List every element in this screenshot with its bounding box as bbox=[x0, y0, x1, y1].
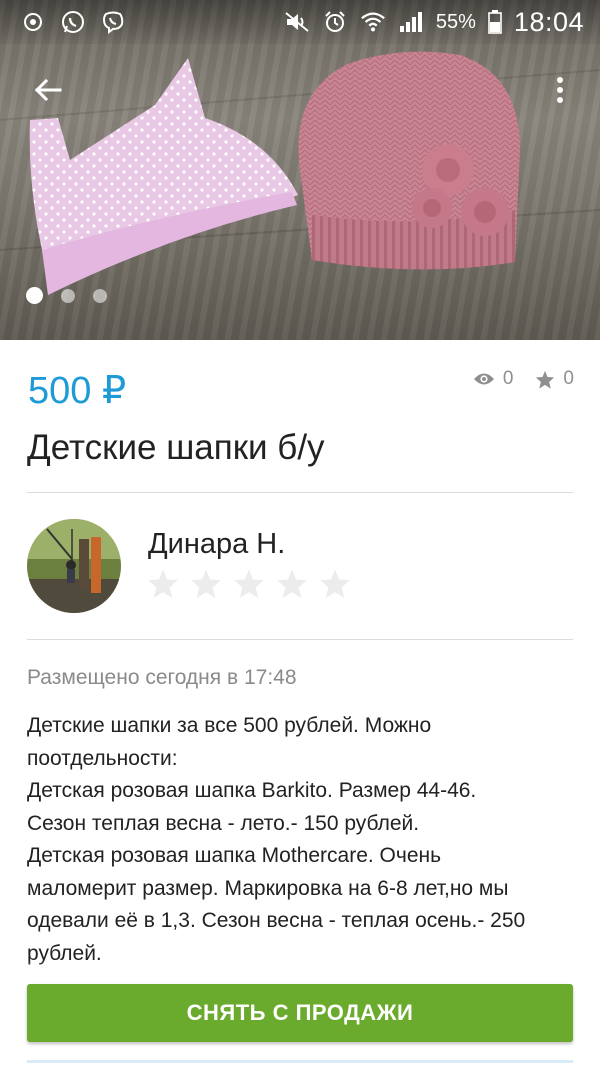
description-line: Детская розовая шапка Barkito. Размер 44… bbox=[27, 779, 477, 802]
alarm-icon bbox=[322, 9, 348, 35]
rating-star-icon bbox=[191, 569, 221, 599]
divider bbox=[27, 639, 573, 640]
listing-title: Детские шапки б/у bbox=[27, 428, 325, 467]
description-line: Детская розовая шапка Mothercare. Очень bbox=[27, 844, 442, 867]
mute-icon bbox=[284, 9, 310, 35]
signal-icon bbox=[398, 9, 424, 35]
description-line: маломерит размер. Маркировка на 6-8 лет,… bbox=[27, 876, 509, 900]
star-icon bbox=[536, 370, 555, 389]
posted-date: Размещено сегодня в 17:48 bbox=[27, 666, 297, 689]
favorites-stat: 0 bbox=[535, 368, 574, 390]
views-count: 0 bbox=[502, 368, 514, 389]
whatsapp-icon bbox=[60, 9, 86, 35]
description-line: поотдельности: bbox=[27, 746, 178, 770]
divider bbox=[27, 492, 573, 493]
listing-stats: 0 0 bbox=[473, 368, 574, 390]
description-line: Сезон теплая весна - лето.- 150 рублей. bbox=[27, 811, 420, 835]
avatar-photo bbox=[27, 519, 121, 613]
description-line: одевали её в 1,3. Сезон весна - теплая о… bbox=[27, 909, 526, 932]
arrow-back-icon bbox=[34, 78, 62, 102]
pager-dot[interactable] bbox=[93, 288, 107, 303]
eye-icon bbox=[473, 373, 494, 385]
gallery-pager bbox=[26, 287, 107, 304]
pager-dot[interactable] bbox=[61, 288, 75, 303]
seller-name[interactable]: Динара Н. bbox=[148, 528, 285, 561]
pager-dot[interactable] bbox=[26, 287, 43, 304]
status-time: 18:04 bbox=[513, 6, 584, 37]
seller-avatar[interactable] bbox=[27, 519, 121, 613]
wifi-icon bbox=[360, 9, 386, 35]
back-button[interactable] bbox=[26, 68, 70, 112]
battery-percent: 55% bbox=[435, 10, 476, 33]
bottom-accent-line bbox=[27, 1060, 573, 1063]
favorites-count: 0 bbox=[563, 368, 574, 389]
remove-from-sale-button[interactable]: СНЯТЬ С ПРОДАЖИ bbox=[27, 984, 573, 1042]
more-options-button[interactable] bbox=[540, 68, 580, 112]
notification-circle-icon bbox=[20, 9, 46, 35]
views-stat: 0 bbox=[473, 368, 514, 390]
rating-star-icon bbox=[320, 569, 350, 599]
status-bar: 55% 18:04 bbox=[0, 0, 600, 44]
rating-star-icon bbox=[148, 569, 178, 599]
viber-icon bbox=[100, 9, 126, 35]
listing-price: 500 ₽ bbox=[28, 370, 127, 412]
rating-star-icon bbox=[234, 569, 264, 599]
seller-rating bbox=[147, 568, 351, 599]
description-line: Детские шапки за все 500 рублей. Можно bbox=[27, 714, 432, 737]
more-vertical-icon bbox=[557, 77, 563, 103]
battery-icon bbox=[488, 9, 502, 35]
rating-star-icon bbox=[277, 569, 307, 599]
listing-description: Детские шапки за все 500 рублей. Можно п… bbox=[27, 710, 577, 978]
